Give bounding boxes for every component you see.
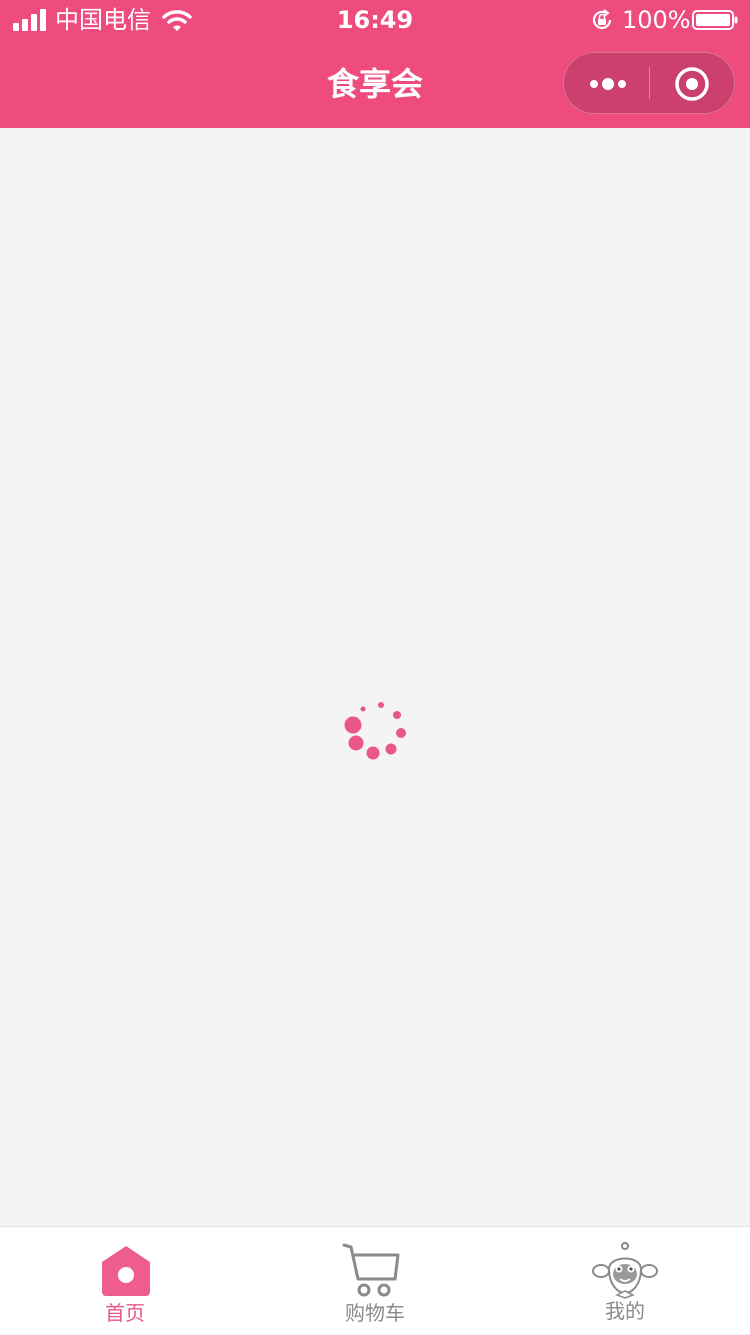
battery-icon [692,10,738,30]
cart-icon [342,1243,400,1297]
mascot-profile-icon [592,1242,658,1299]
tab-bar: 首页 购物车 我的 [0,1226,750,1334]
home-icon [102,1246,150,1296]
top-bar: 中国电信 16:49 100% 食享会 [0,0,750,128]
more-icon[interactable] [564,53,650,113]
status-bar: 中国电信 16:49 100% [0,0,750,40]
mini-program-capsule [563,52,735,114]
close-target-icon[interactable] [650,53,734,113]
battery-percent: 100% [622,6,691,34]
tab-cart[interactable]: 购物车 [250,1227,500,1335]
tab-home[interactable]: 首页 [0,1227,250,1335]
tab-profile[interactable]: 我的 [500,1227,750,1335]
loading-spinner-icon [344,702,406,760]
page-content [0,128,750,1226]
tab-label-home: 首页 [105,1301,145,1325]
orientation-lock-icon [592,9,612,29]
tab-label-profile: 我的 [605,1299,645,1323]
tab-label-cart: 购物车 [345,1301,405,1325]
